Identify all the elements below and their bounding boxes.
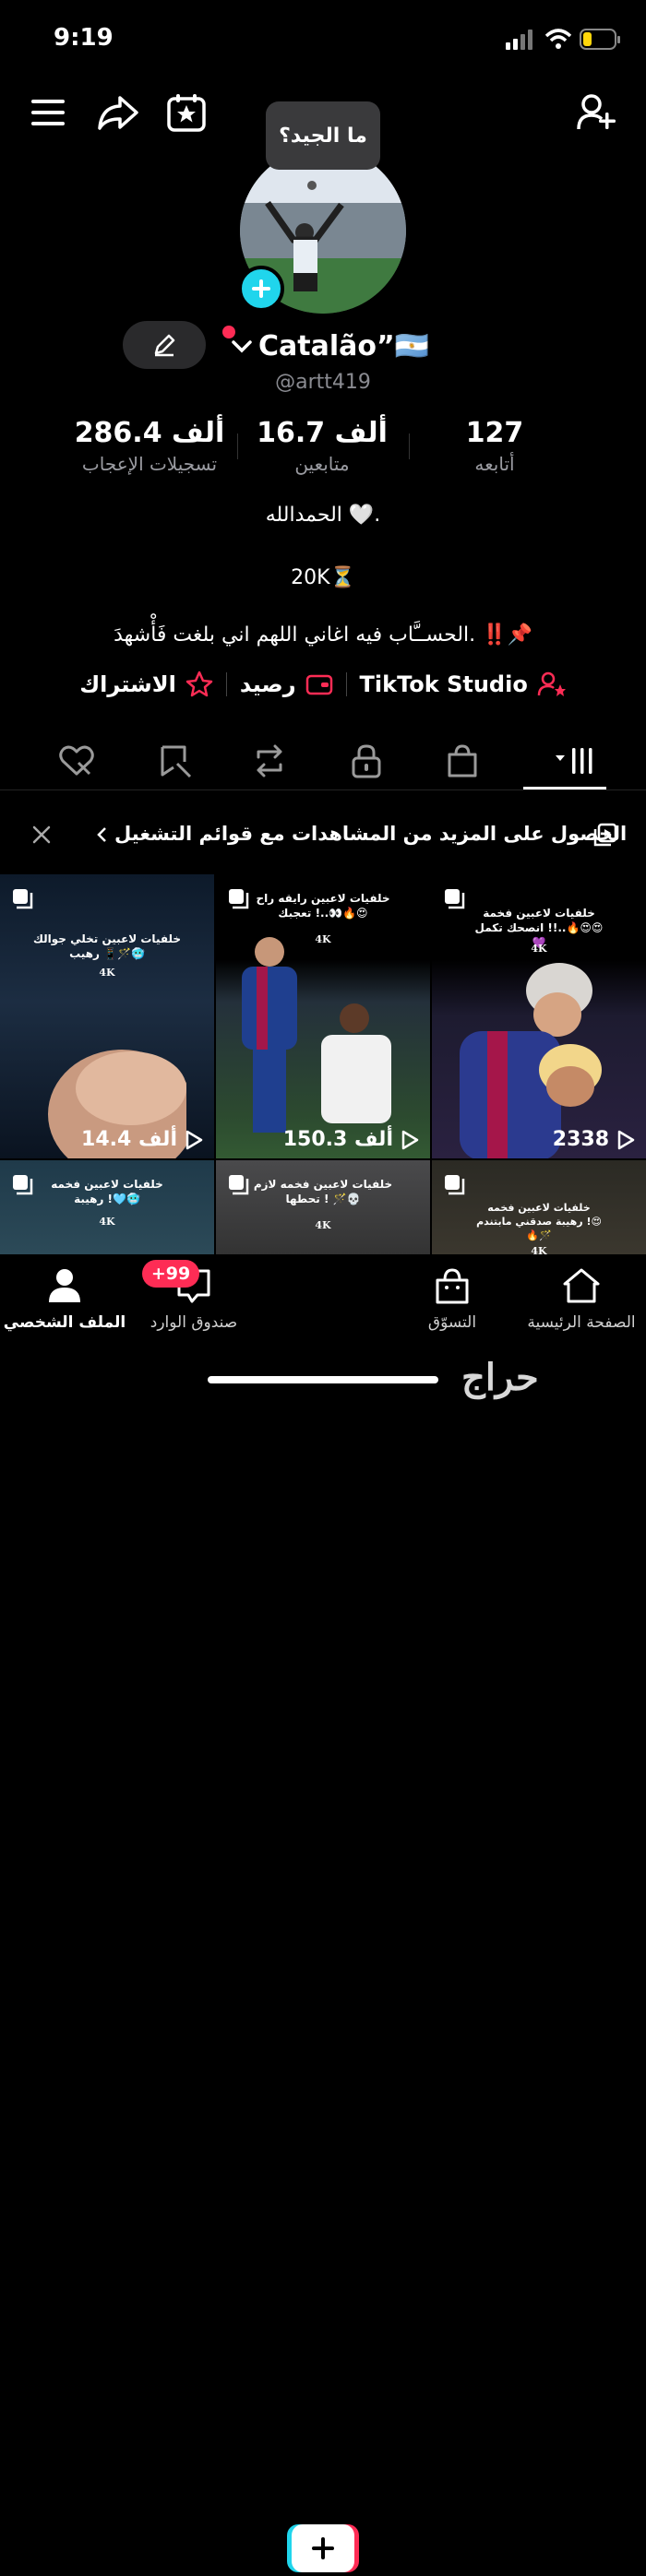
links-divider bbox=[225, 672, 227, 696]
video-tag: 4K bbox=[315, 1219, 331, 1231]
wallet-icon bbox=[305, 674, 332, 695]
video-caption: خلفيات لاعبين فخمه لازم تحطها ! 🪄💀 bbox=[253, 1178, 393, 1205]
tiktok-studio-link[interactable]: TikTok Studio bbox=[360, 671, 567, 698]
video-tag: 4K bbox=[531, 943, 547, 955]
content-tabs bbox=[0, 733, 646, 789]
video-caption: خلفيات لاعبين رايقه راح تعجبك !..👀🔥😍 bbox=[256, 892, 390, 920]
username: @artt419 bbox=[275, 371, 371, 394]
playlist-icon bbox=[593, 823, 617, 847]
wifi-icon bbox=[544, 29, 572, 49]
video-caption: خلفيات لاعبين تخلي جوالك رهيب 📱🪄🥶 bbox=[32, 932, 182, 960]
inbox-badge: +99 bbox=[142, 1260, 199, 1288]
subscription-link[interactable]: الاشتراك bbox=[79, 671, 213, 698]
banner-text: الحصول على المزيد من المشاهدات مع قوائم … bbox=[114, 823, 628, 845]
tab-private[interactable] bbox=[320, 733, 413, 789]
create-button[interactable] bbox=[287, 2524, 359, 2572]
profile-links: الاشتراك رصيد TikTok Studio bbox=[0, 668, 646, 701]
plus-icon bbox=[287, 2524, 359, 2572]
home-indicator bbox=[208, 1376, 438, 1383]
home-icon bbox=[563, 1268, 600, 1303]
video-tile[interactable]: خلفيات لاعبين تخلي جوالك رهيب 📱🪄🥶 4K 14.… bbox=[0, 874, 214, 1158]
playlist-banner[interactable]: الحصول على المزيد من المشاهدات مع قوائم … bbox=[0, 812, 646, 858]
display-name: Catalão”🇦🇷 bbox=[258, 329, 430, 362]
video-tag: 4K bbox=[99, 967, 115, 979]
thumbnail-photo bbox=[242, 937, 391, 1133]
status-time: 9:19 bbox=[54, 24, 114, 52]
pencil-icon bbox=[154, 334, 175, 357]
creator-icon bbox=[537, 671, 566, 696]
bio-line: الحســَّاب فيه اغاني اللهم اني بلغت فَأْ… bbox=[114, 623, 532, 647]
shopping-bag-icon bbox=[448, 744, 477, 778]
tooltip: ما الجيد؟ bbox=[266, 101, 380, 170]
add-friend-icon[interactable] bbox=[576, 92, 618, 133]
tab-videos[interactable] bbox=[519, 733, 611, 789]
stat-following[interactable]: 127 أتابعه bbox=[402, 417, 587, 475]
account-switcher[interactable]: Catalão”🇦🇷 bbox=[231, 327, 429, 364]
video-caption: خلفيات لاعبين فخمه رهيبة صدقني مابتندم !… bbox=[476, 1202, 602, 1241]
view-count: 14.4 ألف bbox=[81, 1128, 203, 1151]
signal-icon bbox=[506, 30, 532, 50]
video-tile[interactable]: خلفيات لاعبين رايقه راح تعجبك !..👀🔥😍 4K … bbox=[216, 874, 430, 1158]
bookmark-hidden-icon bbox=[161, 745, 192, 778]
share-icon[interactable] bbox=[96, 94, 138, 131]
grid-icon bbox=[556, 748, 592, 774]
shopping-bag-icon bbox=[436, 1268, 469, 1304]
video-tile[interactable]: خلفيات لاعبين فخمة انصحك تكمل !!..🔥😍😍💜 4… bbox=[432, 874, 646, 1158]
edit-profile-button[interactable] bbox=[123, 321, 206, 369]
video-tag: 4K bbox=[99, 1216, 115, 1228]
multi-photo-icon bbox=[445, 1175, 465, 1195]
repost-icon bbox=[257, 744, 282, 778]
tooltip-pointer bbox=[307, 181, 317, 190]
view-count: 2338 bbox=[553, 1128, 635, 1151]
links-divider bbox=[345, 672, 347, 696]
play-icon bbox=[617, 1130, 635, 1149]
balance-link[interactable]: رصيد bbox=[240, 671, 333, 697]
add-story-button[interactable] bbox=[238, 266, 284, 312]
close-icon[interactable] bbox=[31, 825, 52, 845]
lock-icon bbox=[352, 744, 381, 778]
star-icon bbox=[185, 671, 213, 697]
tab-shop[interactable] bbox=[416, 733, 508, 789]
video-tile[interactable]: خلفيات لاعبين فخمه لازم تحطها ! 🪄💀 4K bbox=[216, 1160, 430, 1254]
video-tag: 4K bbox=[315, 933, 331, 945]
tab-favorites[interactable] bbox=[129, 733, 221, 789]
video-tile[interactable]: خلفيات لاعبين فخمه رهيبة !🩵🥶 4K bbox=[0, 1160, 214, 1254]
nav-home[interactable]: الصفحة الرئيسية bbox=[517, 1267, 646, 1332]
tab-reposts[interactable] bbox=[223, 733, 316, 789]
calendar-star-icon[interactable] bbox=[166, 92, 207, 133]
play-icon bbox=[401, 1130, 419, 1149]
stat-followers[interactable]: 16.7 ألف متابعين bbox=[230, 417, 414, 475]
tabs-divider bbox=[0, 789, 646, 790]
chevron-down-icon bbox=[232, 340, 252, 353]
nav-shop[interactable]: التسوّق bbox=[388, 1267, 517, 1332]
battery-icon bbox=[580, 29, 620, 50]
nav-profile[interactable]: الملف الشخصي bbox=[0, 1267, 129, 1332]
bio-line: الحمدالله 🤍. bbox=[265, 504, 381, 527]
video-tag: 4K bbox=[531, 1245, 547, 1254]
view-count: 150.3 ألف bbox=[283, 1128, 419, 1151]
heart-hidden-icon bbox=[59, 745, 94, 776]
tab-liked[interactable] bbox=[30, 733, 123, 789]
bio-line: 20K⏳ bbox=[291, 566, 355, 589]
stat-likes[interactable]: 286.4 ألف تسجيلات الإعجاب bbox=[57, 417, 242, 475]
video-tile[interactable]: خلفيات لاعبين فخمه رهيبة صدقني مابتندم !… bbox=[432, 1160, 646, 1254]
profile-icon bbox=[49, 1269, 80, 1302]
watermark: حراج bbox=[461, 1356, 539, 1399]
play-icon bbox=[185, 1130, 203, 1149]
chevron-left-icon bbox=[97, 827, 106, 842]
plus-icon bbox=[252, 279, 270, 298]
multi-photo-icon bbox=[13, 889, 33, 909]
menu-icon[interactable] bbox=[30, 96, 66, 129]
video-caption: خلفيات لاعبين فخمه رهيبة !🩵🥶 bbox=[51, 1178, 163, 1205]
